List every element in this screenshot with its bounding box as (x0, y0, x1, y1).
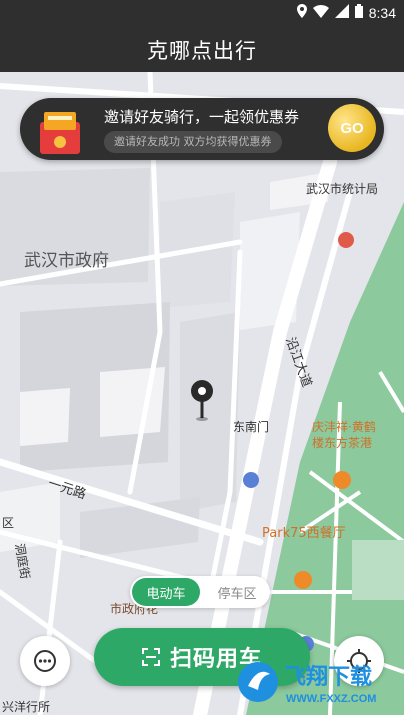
watermark-brand: 飞翔下载 (284, 664, 372, 690)
map-label-xingyang: 兴洋行所 (2, 700, 51, 714)
map-label-qingxiang-2: 楼东方茶港 (312, 436, 373, 450)
signal-icon (334, 4, 349, 21)
more-icon (34, 650, 56, 672)
page-title: 克哪点出行 (147, 39, 257, 63)
map-label-statistics: 武汉市统计局 (306, 182, 379, 196)
location-pin-icon (191, 380, 213, 421)
wifi-icon (312, 4, 329, 21)
scan-icon (141, 648, 160, 666)
map-view[interactable]: 武汉市政府 武汉市统计局 沿江大道 东南门 一元路 庆沣祥·黄鹤 楼东方茶港 P… (0, 72, 404, 715)
map-label-road-left-2: 区 (2, 516, 15, 530)
watermark-logo-icon: 飞翔下载 WWW.FXXZ.COM (238, 662, 376, 705)
go-coin-icon: GO (328, 104, 376, 152)
tab-parking-area[interactable]: 停车区 (206, 578, 268, 606)
map-label-government: 武汉市政府 (24, 251, 109, 271)
watermark-url: WWW.FXXZ.COM (286, 693, 376, 705)
status-bar: 8:34 (0, 0, 404, 28)
tab-electric-bike[interactable]: 电动车 (132, 578, 200, 606)
gift-icon (40, 112, 80, 154)
more-button[interactable] (20, 636, 70, 686)
battery-icon (354, 4, 363, 21)
location-icon (296, 4, 307, 21)
watermark: 飞翔下载 WWW.FXXZ.COM (236, 650, 402, 710)
app-header: 克哪点出行 (0, 28, 404, 72)
banner-subtitle: 邀请好友成功 双方均获得优惠券 (104, 131, 282, 153)
map-label-park75: Park75西餐厅 (262, 526, 346, 541)
status-time: 8:34 (368, 4, 396, 21)
map-label-qingxiang: 庆沣祥·黄鹤 (312, 420, 376, 434)
banner-title: 邀请好友骑行，一起领优惠券 (104, 108, 300, 126)
go-coin-text: GO (340, 119, 364, 137)
map-label-dongnanmen: 东南门 (233, 420, 270, 434)
